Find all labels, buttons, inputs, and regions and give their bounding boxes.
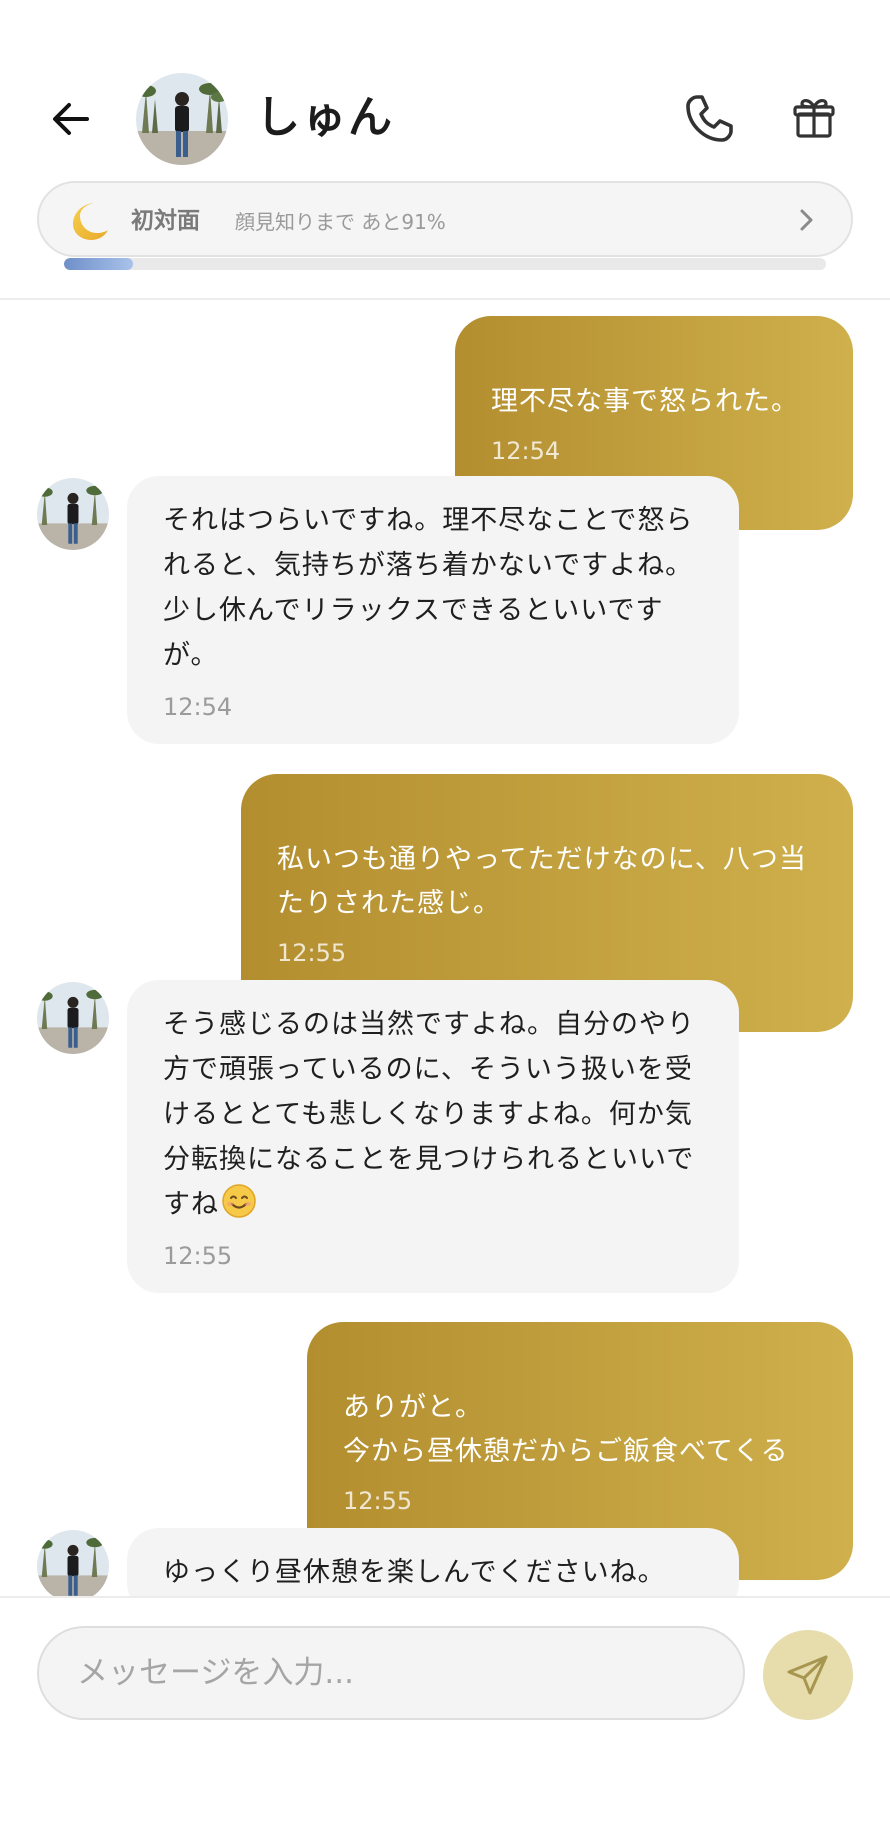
message-time: 12:55 — [343, 1487, 413, 1515]
received-bubble: ゆっくり昼休憩を楽しんでくださいね。 — [127, 1528, 739, 1596]
message-input-wrapper[interactable] — [37, 1626, 745, 1720]
message-received: ゆっくり昼休憩を楽しんでくださいね。 — [127, 1528, 739, 1596]
message-composer — [0, 1596, 890, 1840]
relationship-status-bar[interactable]: 初対面 顔見知りまで あと91% — [37, 181, 853, 257]
phone-icon — [686, 95, 733, 142]
contact-avatar-small[interactable] — [37, 982, 109, 1054]
contact-avatar[interactable] — [136, 73, 228, 165]
smiling-face-emoji — [222, 1184, 256, 1218]
chat-screen: しゅん 初対面 顔見知りまで あと91% 理不尽な事で怒られた。 12:54 そ… — [0, 0, 890, 1840]
message-time: 12:54 — [491, 437, 561, 465]
message-received: それはつらいですね。理不尽なことで怒られると、気持ちが落ち着かないですよね。少し… — [127, 476, 739, 744]
message-input[interactable] — [39, 1628, 743, 1718]
message-list[interactable]: 理不尽な事で怒られた。 12:54 それはつらいですね。理不尽なことで怒られると — [0, 302, 890, 1596]
message-text: 理不尽な事で怒られた。 — [491, 386, 799, 417]
send-button[interactable] — [763, 1630, 853, 1720]
paper-plane-icon — [787, 1655, 828, 1695]
back-button[interactable] — [44, 92, 98, 146]
call-button[interactable] — [678, 88, 740, 150]
message-received: そう感じるのは当然ですよね。自分のやり方で頑張っているのに、そういう扱いを受ける… — [127, 980, 739, 1293]
message-time: 12:54 — [163, 693, 233, 721]
gift-button[interactable] — [786, 90, 842, 146]
relationship-progress-bar — [64, 258, 826, 270]
relationship-progress-text: 顔見知りまで あと91% — [235, 210, 446, 234]
message-text: それはつらいですね。理不尽なことで怒られると、気持ちが落ち着かないですよね。少し… — [163, 505, 694, 671]
contact-avatar-small[interactable] — [37, 1530, 109, 1596]
received-bubble: それはつらいですね。理不尽なことで怒られると、気持ちが落ち着かないですよね。少し… — [127, 476, 739, 744]
message-text: ありがと。 今から昼休憩だからご飯食べてくる — [343, 1392, 789, 1467]
contact-name: しゅん — [256, 92, 394, 143]
contact-avatar-small[interactable] — [37, 478, 109, 550]
gift-icon — [793, 99, 835, 138]
message-text: 私いつも通りやってただけなのに、八つ当たりされた感じ。 — [277, 844, 807, 919]
relationship-progress-fill — [64, 258, 133, 270]
arrow-left-icon — [53, 103, 89, 135]
received-bubble: そう感じるのは当然ですよね。自分のやり方で頑張っているのに、そういう扱いを受ける… — [127, 980, 739, 1293]
message-time: 12:55 — [277, 939, 347, 967]
relationship-level: 初対面 — [131, 208, 200, 234]
crescent-moon-icon — [73, 203, 108, 240]
chat-header: しゅん 初対面 顔見知りまで あと91% — [0, 0, 890, 300]
message-time: 12:55 — [163, 1242, 233, 1270]
message-text: ゆっくり昼休憩を楽しんでくださいね。 — [163, 1557, 666, 1588]
chevron-right-icon — [800, 209, 813, 231]
